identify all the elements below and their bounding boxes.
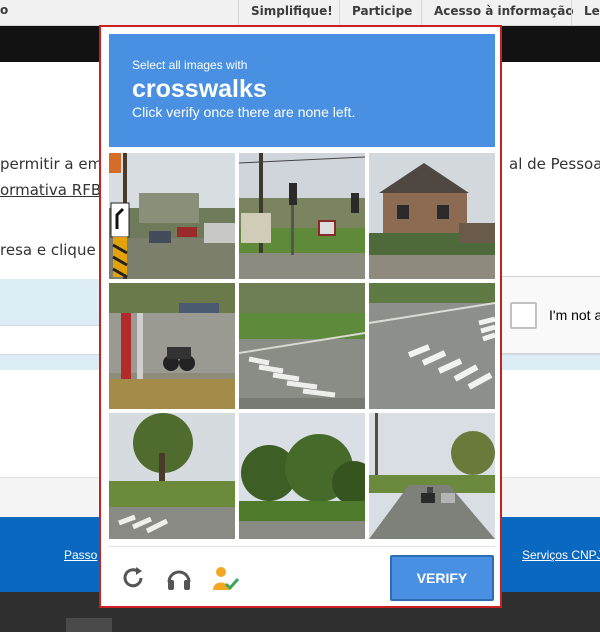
captcha-subinstruction: Click verify once there are none left. <box>132 104 356 120</box>
street-with-sign-image <box>109 153 235 279</box>
tab-simplifique[interactable]: Simplifique! <box>238 0 345 26</box>
gas-station-motorcycle-tile[interactable] <box>109 283 235 409</box>
info-person-check-icon[interactable] <box>211 564 240 592</box>
verify-button[interactable]: VERIFY <box>390 555 494 601</box>
street-with-sign-tile[interactable] <box>109 153 235 279</box>
audio-headphones-icon[interactable] <box>165 564 193 592</box>
captcha-challenge-dialog: Select all images with crosswalks Click … <box>99 25 502 608</box>
park-crosswalk-tile[interactable] <box>109 413 235 539</box>
body-text-line1-left: permitir a emis <box>0 155 115 173</box>
body-text-line1-right: al de Pessoa J <box>509 155 600 173</box>
brick-house-image <box>369 153 495 279</box>
crosswalk-closeup-tile[interactable] <box>369 283 495 409</box>
gov-top-bar: o Simplifique! Participe Acesso à inform… <box>0 0 600 26</box>
tab-acesso-informacao[interactable]: Acesso à informação <box>421 0 586 26</box>
intersection-traffic-light-image <box>239 153 365 279</box>
captcha-image-grid <box>109 153 495 539</box>
tab-participe[interactable]: Participe <box>339 0 424 26</box>
captcha-header: Select all images with crosswalks Click … <box>109 34 495 147</box>
captcha-footer: VERIFY <box>109 546 495 602</box>
brick-house-tile[interactable] <box>369 153 495 279</box>
page: o Simplifique! Participe Acesso à inform… <box>0 0 600 632</box>
trees-road-image <box>239 413 365 539</box>
tab-legislacao[interactable]: Le <box>571 0 600 26</box>
road-crosswalk-image <box>239 283 365 409</box>
captcha-instruction: Select all images with <box>132 58 248 72</box>
captcha-target-word: crosswalks <box>132 75 267 103</box>
top-bar-fragment: o <box>0 3 9 17</box>
scroll-knob[interactable] <box>66 618 112 632</box>
recaptcha-label: I'm not a <box>549 307 600 323</box>
trees-road-tile[interactable] <box>239 413 365 539</box>
crosswalk-closeup-image <box>369 283 495 409</box>
footer-link-passo[interactable]: Passo <box>64 548 97 562</box>
footer-link-servicos-cnpj[interactable]: Serviços CNPJ <box>522 548 600 562</box>
intersection-traffic-light-tile[interactable] <box>239 153 365 279</box>
road-crosswalk-tile[interactable] <box>239 283 365 409</box>
park-crosswalk-image <box>109 413 235 539</box>
recaptcha-checkbox[interactable] <box>510 302 537 329</box>
street-cars-image <box>369 413 495 539</box>
gas-station-motorcycle-image <box>109 283 235 409</box>
reload-icon[interactable] <box>119 564 147 592</box>
recaptcha-widget: I'm not a <box>499 276 600 354</box>
body-text-line3: resa e clique e <box>0 241 110 259</box>
street-cars-tile[interactable] <box>369 413 495 539</box>
